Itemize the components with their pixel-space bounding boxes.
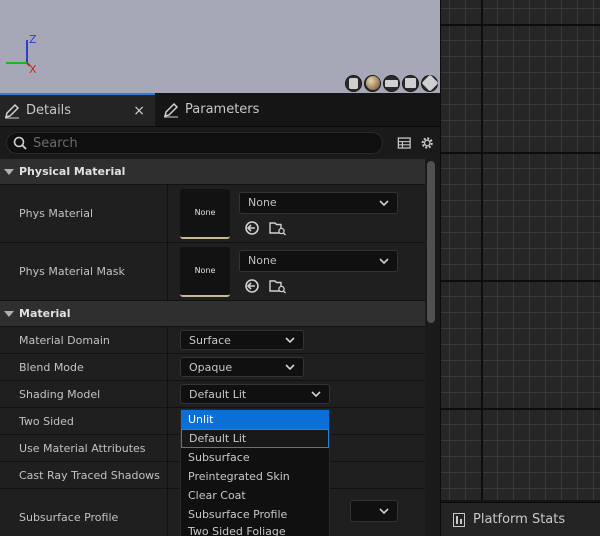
pencil-icon [4, 103, 20, 118]
phys-material-value: None None [168, 185, 425, 242]
chevron-down-icon [379, 507, 389, 514]
row-phys-material: Phys Material None None [0, 185, 425, 243]
table-view-icon[interactable] [397, 135, 412, 151]
subsurface-profile-label: Subsurface Profile [0, 489, 168, 536]
shading-model-dropdown-list: Unlit Default Lit Subsurface Preintegrat… [180, 409, 330, 536]
use-selected-icon[interactable] [243, 278, 261, 294]
phys-material-selected: None [248, 196, 277, 209]
phys-material-thumbnail[interactable]: None [180, 188, 230, 239]
plane-icon [385, 79, 398, 87]
category-physical-material[interactable]: Physical Material [0, 159, 425, 185]
material-editor: Z X Platform Stats Details × Parameters … [0, 0, 600, 536]
axis-z-label: Z [29, 33, 37, 46]
chevron-down-icon [4, 310, 14, 317]
panel-tabs: Details × Parameters [0, 93, 440, 127]
sphere-icon [365, 76, 380, 90]
phys-material-mask-asset-buttons [239, 278, 398, 294]
material-domain-selected: Surface [189, 333, 231, 347]
phys-material-asset-buttons [239, 220, 398, 236]
chevron-down-icon [4, 168, 14, 175]
shading-option-subsurface-profile[interactable]: Subsurface Profile [181, 505, 329, 524]
shading-model-value: Default Lit [168, 381, 425, 407]
subsurface-profile-dropdown[interactable] [350, 499, 398, 522]
phys-material-dropdown[interactable]: None [239, 191, 398, 214]
row-material-domain: Material Domain Surface [0, 327, 425, 354]
preview-viewport[interactable]: Z X [0, 0, 440, 93]
tab-platform-stats-label: Platform Stats [473, 512, 566, 527]
tab-details[interactable]: Details × [0, 93, 155, 126]
preview-shape-buttons [345, 74, 438, 92]
search-input[interactable] [33, 135, 333, 151]
phys-material-mask-asset-picker: None [239, 249, 398, 294]
material-domain-value: Surface [168, 327, 425, 353]
material-graph-canvas[interactable] [441, 0, 600, 500]
use-material-attributes-label: Use Material Attributes [0, 435, 168, 461]
axis-x-label: X [29, 63, 37, 76]
chevron-down-icon [379, 199, 389, 206]
cube-icon [405, 78, 416, 88]
tab-parameters-label: Parameters [185, 102, 260, 117]
chevron-down-icon [379, 257, 389, 264]
phys-material-mask-value: None None [168, 243, 425, 300]
phys-material-mask-thumbnail[interactable]: None [180, 246, 230, 297]
use-selected-icon[interactable] [243, 220, 261, 236]
pencil-icon [163, 102, 179, 117]
phys-material-asset-picker: None [239, 191, 398, 236]
phys-material-mask-dropdown[interactable]: None [239, 249, 398, 272]
shading-option-preintegrated-skin[interactable]: Preintegrated Skin [181, 467, 329, 486]
preview-custom-mesh-button[interactable] [421, 74, 438, 92]
preview-sphere-button[interactable] [364, 74, 381, 92]
tab-parameters[interactable]: Parameters [155, 93, 269, 126]
shading-option-unlit[interactable]: Unlit [181, 410, 329, 429]
gear-icon[interactable] [420, 135, 435, 151]
preview-plane-button[interactable] [383, 74, 400, 92]
tab-details-label: Details [26, 103, 72, 118]
stats-icon [453, 512, 465, 527]
phys-material-mask-label: Phys Material Mask [0, 243, 168, 300]
phys-material-mask-selected: None [248, 254, 277, 267]
close-icon[interactable]: × [133, 103, 145, 119]
search-icon [13, 136, 27, 150]
axis-gizmo-icon: Z X [6, 33, 37, 76]
phys-material-label: Phys Material [0, 185, 168, 242]
shading-model-label: Shading Model [0, 381, 168, 407]
details-scrollbar[interactable] [427, 161, 435, 323]
preview-cube-button[interactable] [402, 74, 419, 92]
shading-option-subsurface[interactable]: Subsurface [181, 448, 329, 467]
chevron-down-icon [285, 337, 295, 343]
category-material[interactable]: Material [0, 301, 425, 327]
blend-mode-label: Blend Mode [0, 354, 168, 380]
category-physical-material-label: Physical Material [19, 165, 126, 178]
row-phys-material-mask: Phys Material Mask None None [0, 243, 425, 301]
tab-platform-stats[interactable]: Platform Stats [441, 502, 600, 536]
material-domain-combo[interactable]: Surface [180, 330, 304, 350]
shading-model-selected: Default Lit [189, 387, 247, 401]
cast-ray-traced-shadows-label: Cast Ray Traced Shadows [0, 462, 168, 488]
shading-option-two-sided-foliage[interactable]: Two Sided Foliage [181, 524, 329, 536]
panel-splitter[interactable] [440, 0, 441, 536]
shading-option-default-lit[interactable]: Default Lit [181, 429, 329, 448]
chevron-down-icon [285, 364, 295, 370]
two-sided-label: Two Sided [0, 408, 168, 434]
chevron-down-icon [311, 391, 321, 397]
preview-cylinder-button[interactable] [345, 74, 362, 92]
category-material-label: Material [19, 307, 71, 320]
search-row [0, 127, 440, 159]
blend-mode-combo[interactable]: Opaque [180, 357, 304, 377]
material-domain-label: Material Domain [0, 327, 168, 353]
teapot-icon [421, 74, 438, 92]
shading-model-combo[interactable]: Default Lit [180, 384, 330, 404]
browse-folder-icon[interactable] [269, 278, 287, 294]
blend-mode-selected: Opaque [189, 360, 233, 374]
blend-mode-value: Opaque [168, 354, 425, 380]
cylinder-icon [349, 77, 358, 89]
search-box [6, 132, 383, 154]
shading-option-clear-coat[interactable]: Clear Coat [181, 486, 329, 505]
browse-folder-icon[interactable] [269, 220, 287, 236]
row-shading-model: Shading Model Default Lit [0, 381, 425, 408]
row-blend-mode: Blend Mode Opaque [0, 354, 425, 381]
